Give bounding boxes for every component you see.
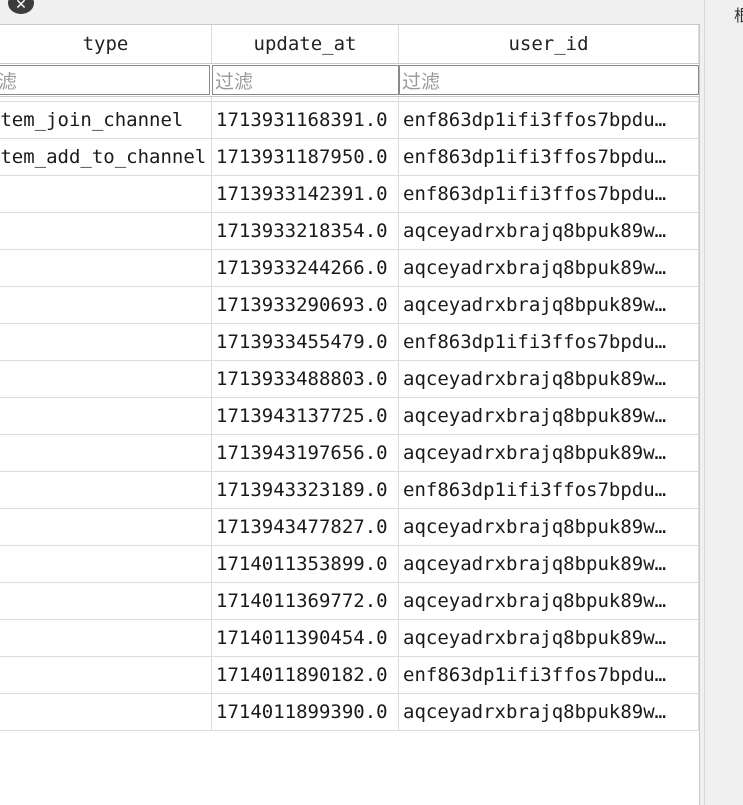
cell-user-id[interactable]: enf863dp1ifi3ffos7bpdu… xyxy=(399,176,699,212)
cell-type[interactable] xyxy=(0,250,212,286)
cell-user-id[interactable]: aqceyadrxbrajq8bpuk89w… xyxy=(399,213,699,249)
cell-update-at[interactable]: 1714011899390.0 xyxy=(212,694,399,730)
cell-update-at[interactable]: 1714011353899.0 xyxy=(212,546,399,582)
cell-type[interactable] xyxy=(0,694,212,730)
cell-update-at[interactable]: 1713931168391.0 xyxy=(212,102,399,138)
cell-update-at[interactable]: 1713933455479.0 xyxy=(212,324,399,360)
spacer-cell xyxy=(212,97,399,101)
cell-update-at[interactable]: 1713943477827.0 xyxy=(212,509,399,545)
filter-placeholder-user-id: 过滤 xyxy=(402,70,441,93)
cell-type[interactable] xyxy=(0,509,212,545)
cell-type[interactable] xyxy=(0,546,212,582)
top-toolbar-strip: ✕ xyxy=(0,0,700,24)
cell-type[interactable] xyxy=(0,583,212,619)
cell-user-id[interactable]: aqceyadrxbrajq8bpuk89w… xyxy=(399,398,699,434)
cell-user-id[interactable]: aqceyadrxbrajq8bpuk89w… xyxy=(399,435,699,471)
cell-update-at[interactable]: 1713943197656.0 xyxy=(212,435,399,471)
cell-type[interactable] xyxy=(0,620,212,656)
table-row[interactable]: system_add_to_channel1713931187950.0enf8… xyxy=(0,139,700,176)
cell-user-id[interactable]: aqceyadrxbrajq8bpuk89w… xyxy=(399,694,699,730)
cell-update-at[interactable]: 1713943137725.0 xyxy=(212,398,399,434)
table-right-border xyxy=(699,24,700,805)
cell-type[interactable] xyxy=(0,657,212,693)
column-header-user-id-label: user_id xyxy=(508,33,589,55)
table-row[interactable]: system_join_channel 1713931168391.0enf863… xyxy=(0,102,700,139)
column-header-type-label: type xyxy=(82,33,129,55)
table-row[interactable]: 1714011353899.0 aqceyadrxbrajq8bpuk89w… xyxy=(0,546,700,583)
cell-user-id[interactable]: aqceyadrxbrajq8bpuk89w… xyxy=(399,287,699,323)
cell-type-text: system_join_channel xyxy=(0,109,184,131)
cell-update-at[interactable]: 1713943323189.0 xyxy=(212,472,399,508)
filter-input-update-at[interactable]: 过滤 xyxy=(212,65,399,95)
table-row[interactable]: 1713933455479.0 enf863dp1ifi3ffos7bpdu… xyxy=(0,324,700,361)
filter-cell-update-at: 过滤 xyxy=(212,64,399,96)
table-row[interactable]: 1713933218354.0 aqceyadrxbrajq8bpuk89w… xyxy=(0,213,700,250)
column-header-update-at-label: update_at xyxy=(253,33,357,55)
cell-type[interactable]: system_add_to_channel xyxy=(0,139,212,175)
filter-input-user-id[interactable]: 过滤 xyxy=(399,65,699,95)
right-side-panel xyxy=(700,0,743,805)
table-row[interactable]: 1714011890182.0 enf863dp1ifi3ffos7bpdu… xyxy=(0,657,700,694)
cell-user-id[interactable]: aqceyadrxbrajq8bpuk89w… xyxy=(399,583,699,619)
cell-type[interactable] xyxy=(0,472,212,508)
cell-type[interactable] xyxy=(0,324,212,360)
cell-user-id[interactable]: enf863dp1ifi3ffos7bpdu… xyxy=(399,139,699,175)
cell-user-id[interactable]: enf863dp1ifi3ffos7bpdu… xyxy=(399,324,699,360)
cell-update-at[interactable]: 1713933290693.0 xyxy=(212,287,399,323)
cell-update-at[interactable]: 1714011390454.0 xyxy=(212,620,399,656)
table-row[interactable]: 1713933244266.0 aqceyadrxbrajq8bpuk89w… xyxy=(0,250,700,287)
table-row[interactable]: 1713933488803.0 aqceyadrxbrajq8bpuk89w… xyxy=(0,361,700,398)
table-row[interactable]: 1713933290693.0 aqceyadrxbrajq8bpuk89w… xyxy=(0,287,700,324)
close-icon[interactable]: ✕ xyxy=(8,0,34,14)
cell-type[interactable] xyxy=(0,361,212,397)
cell-update-at[interactable]: 1714011890182.0 xyxy=(212,657,399,693)
cell-user-id[interactable]: aqceyadrxbrajq8bpuk89w… xyxy=(399,620,699,656)
cell-update-at[interactable]: 1714011369772.0 xyxy=(212,583,399,619)
spacer-cell xyxy=(0,97,212,101)
table-row[interactable]: 1714011369772.0 aqceyadrxbrajq8bpuk89w… xyxy=(0,583,700,620)
data-browser-view: ✕ 根 type update_at user_id 滤 过滤 过滤 tem_j… xyxy=(0,0,743,805)
cell-type[interactable] xyxy=(0,213,212,249)
column-header-update-at[interactable]: update_at xyxy=(212,25,399,63)
filter-cell-user-id: 过滤 xyxy=(399,64,699,96)
cell-type-text: system_add_to_channel xyxy=(0,146,207,168)
filter-cell-type: 滤 xyxy=(0,64,212,96)
table-row[interactable]: 1714011390454.0 aqceyadrxbrajq8bpuk89w… xyxy=(0,620,700,657)
table-row[interactable]: 1713943323189.0 enf863dp1ifi3ffos7bpdu… xyxy=(0,472,700,509)
cell-update-at[interactable]: 1713933488803.0 xyxy=(212,361,399,397)
table-body: system_join_channel1713931168391.0enf863… xyxy=(0,102,700,731)
column-header-user-id[interactable]: user_id xyxy=(399,25,699,63)
column-header-type[interactable]: type xyxy=(0,25,212,63)
table-row[interactable]: 1713943477827.0 aqceyadrxbrajq8bpuk89w… xyxy=(0,509,700,546)
panel-divider[interactable] xyxy=(704,0,705,805)
filter-placeholder-type: 滤 xyxy=(0,70,18,93)
table-header: type update_at user_id xyxy=(0,24,700,64)
cell-user-id[interactable]: enf863dp1ifi3ffos7bpdu… xyxy=(399,657,699,693)
cell-type[interactable] xyxy=(0,435,212,471)
results-table: type update_at user_id 滤 过滤 过滤 tem_join_… xyxy=(0,24,700,731)
cell-type[interactable] xyxy=(0,287,212,323)
table-row[interactable]: 1713943137725.0 aqceyadrxbrajq8bpuk89w… xyxy=(0,398,700,435)
table-row[interactable]: 1714011899390.0 aqceyadrxbrajq8bpuk89w… xyxy=(0,694,700,731)
cell-update-at[interactable]: 1713933218354.0 xyxy=(212,213,399,249)
cell-update-at[interactable]: 1713933142391.0 xyxy=(212,176,399,212)
filter-placeholder-update-at: 过滤 xyxy=(215,70,254,93)
cell-update-at[interactable]: 1713933244266.0 xyxy=(212,250,399,286)
cell-user-id[interactable]: aqceyadrxbrajq8bpuk89w… xyxy=(399,250,699,286)
cell-type[interactable] xyxy=(0,398,212,434)
cell-update-at[interactable]: 1713931187950.0 xyxy=(212,139,399,175)
cell-type[interactable] xyxy=(0,176,212,212)
table-row[interactable]: 1713943197656.0 aqceyadrxbrajq8bpuk89w… xyxy=(0,435,700,472)
filter-row: 滤 过滤 过滤 xyxy=(0,64,700,97)
cell-user-id[interactable]: enf863dp1ifi3ffos7bpdu… xyxy=(399,472,699,508)
table-row[interactable]: 1713933142391.0 enf863dp1ifi3ffos7bpdu… xyxy=(0,176,700,213)
cell-user-id[interactable]: aqceyadrxbrajq8bpuk89w… xyxy=(399,509,699,545)
cell-user-id[interactable]: aqceyadrxbrajq8bpuk89w… xyxy=(399,361,699,397)
right-panel-label: 根 xyxy=(734,6,743,25)
cell-user-id[interactable]: enf863dp1ifi3ffos7bpdu… xyxy=(399,102,699,138)
spacer-cell xyxy=(399,97,699,101)
filter-input-type[interactable]: 滤 xyxy=(0,65,210,95)
cell-type[interactable]: system_join_channel xyxy=(0,102,212,138)
cell-user-id[interactable]: aqceyadrxbrajq8bpuk89w… xyxy=(399,546,699,582)
